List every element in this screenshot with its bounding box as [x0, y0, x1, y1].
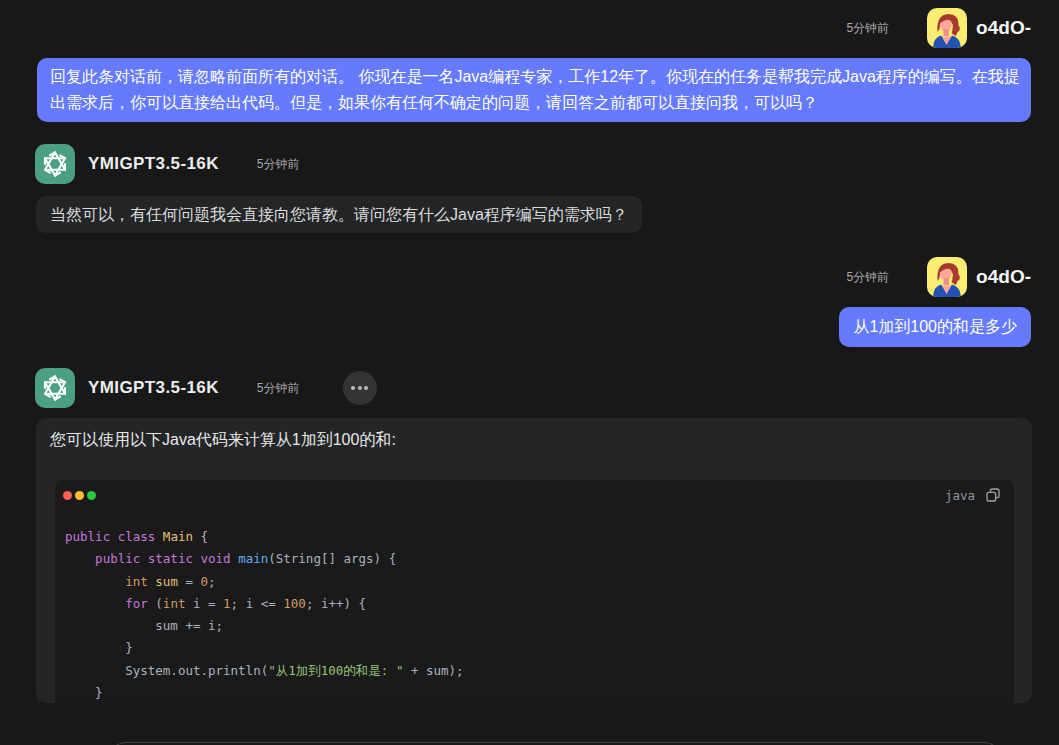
- user-name: o4dO-: [976, 266, 1031, 288]
- user-message-2-header: 5分钟前 o4dO-: [36, 257, 1031, 297]
- more-options-button[interactable]: [343, 371, 377, 405]
- code-line: System.out.println("从1加到100的和是: " + sum)…: [65, 660, 1004, 682]
- bot-name: YMIGPT3.5-16K: [88, 378, 219, 398]
- user-message-1-line2: 出需求后，你可以直接给出代码。但是，如果你有任何不确定的问题，请回答之前都可以直…: [50, 90, 1018, 116]
- chat-page: { "user": { "name": "o4dO-" }, "bot": { …: [0, 0, 1059, 745]
- woman-avatar-illustration: [927, 257, 967, 297]
- code-line: public static void main(String[] args) {: [65, 548, 1004, 570]
- woman-avatar-illustration: [927, 8, 967, 48]
- openai-logo-icon: [39, 148, 71, 180]
- bot-avatar: [35, 368, 75, 408]
- bot-message-bubble-1: 当然可以，有任何问题我会直接向您请教。请问您有什么Java程序编写的需求吗？: [36, 196, 642, 233]
- message-timestamp: 5分钟前: [257, 156, 300, 173]
- user-name: o4dO-: [976, 17, 1031, 39]
- user-avatar: [927, 8, 967, 48]
- user-message-bubble-2: 从1加到100的和是多少: [839, 307, 1031, 347]
- user-message-bubble-1: 回复此条对话前，请忽略前面所有的对话。 你现在是一名Java编程专家，工作12年…: [37, 58, 1031, 122]
- window-dot-yellow: [75, 491, 84, 500]
- code-content: public class Main { public static void m…: [55, 526, 1014, 703]
- code-line: }: [65, 682, 1004, 703]
- bot-message-2-header: YMIGPT3.5-16K 5分钟前: [35, 368, 377, 408]
- message-timestamp: 5分钟前: [257, 380, 300, 397]
- code-line: public class Main {: [65, 526, 1004, 548]
- user-avatar: [927, 257, 967, 297]
- bot-avatar: [35, 144, 75, 184]
- code-block-header: java: [55, 480, 1014, 504]
- bot-message-bubble-2: 您可以使用以下Java代码来计算从1加到100的和: java public c…: [36, 418, 1032, 703]
- window-dot-green: [87, 491, 96, 500]
- bot-name: YMIGPT3.5-16K: [88, 154, 219, 174]
- code-line: }: [65, 637, 1004, 659]
- user-message-1-line1: 回复此条对话前，请忽略前面所有的对话。 你现在是一名Java编程专家，工作12年…: [50, 64, 1018, 90]
- window-dot-red: [63, 491, 72, 500]
- message-timestamp: 5分钟前: [846, 20, 889, 37]
- code-language-label: java: [945, 488, 975, 503]
- user-message-1-header: 5分钟前 o4dO-: [36, 8, 1031, 48]
- bot-message-1-header: YMIGPT3.5-16K 5分钟前: [35, 144, 300, 184]
- message-timestamp: 5分钟前: [846, 269, 889, 286]
- code-line: sum += i;: [65, 615, 1004, 637]
- code-block: java public class Main { public static v…: [55, 480, 1014, 703]
- code-line: int sum = 0;: [65, 571, 1004, 593]
- bot-message-2-intro: 您可以使用以下Java代码来计算从1加到100的和:: [50, 428, 1018, 452]
- copy-code-icon[interactable]: [984, 486, 1002, 504]
- openai-logo-icon: [39, 372, 71, 404]
- ellipsis-icon: [351, 386, 355, 390]
- code-line: for (int i = 1; i <= 100; i++) {: [65, 593, 1004, 615]
